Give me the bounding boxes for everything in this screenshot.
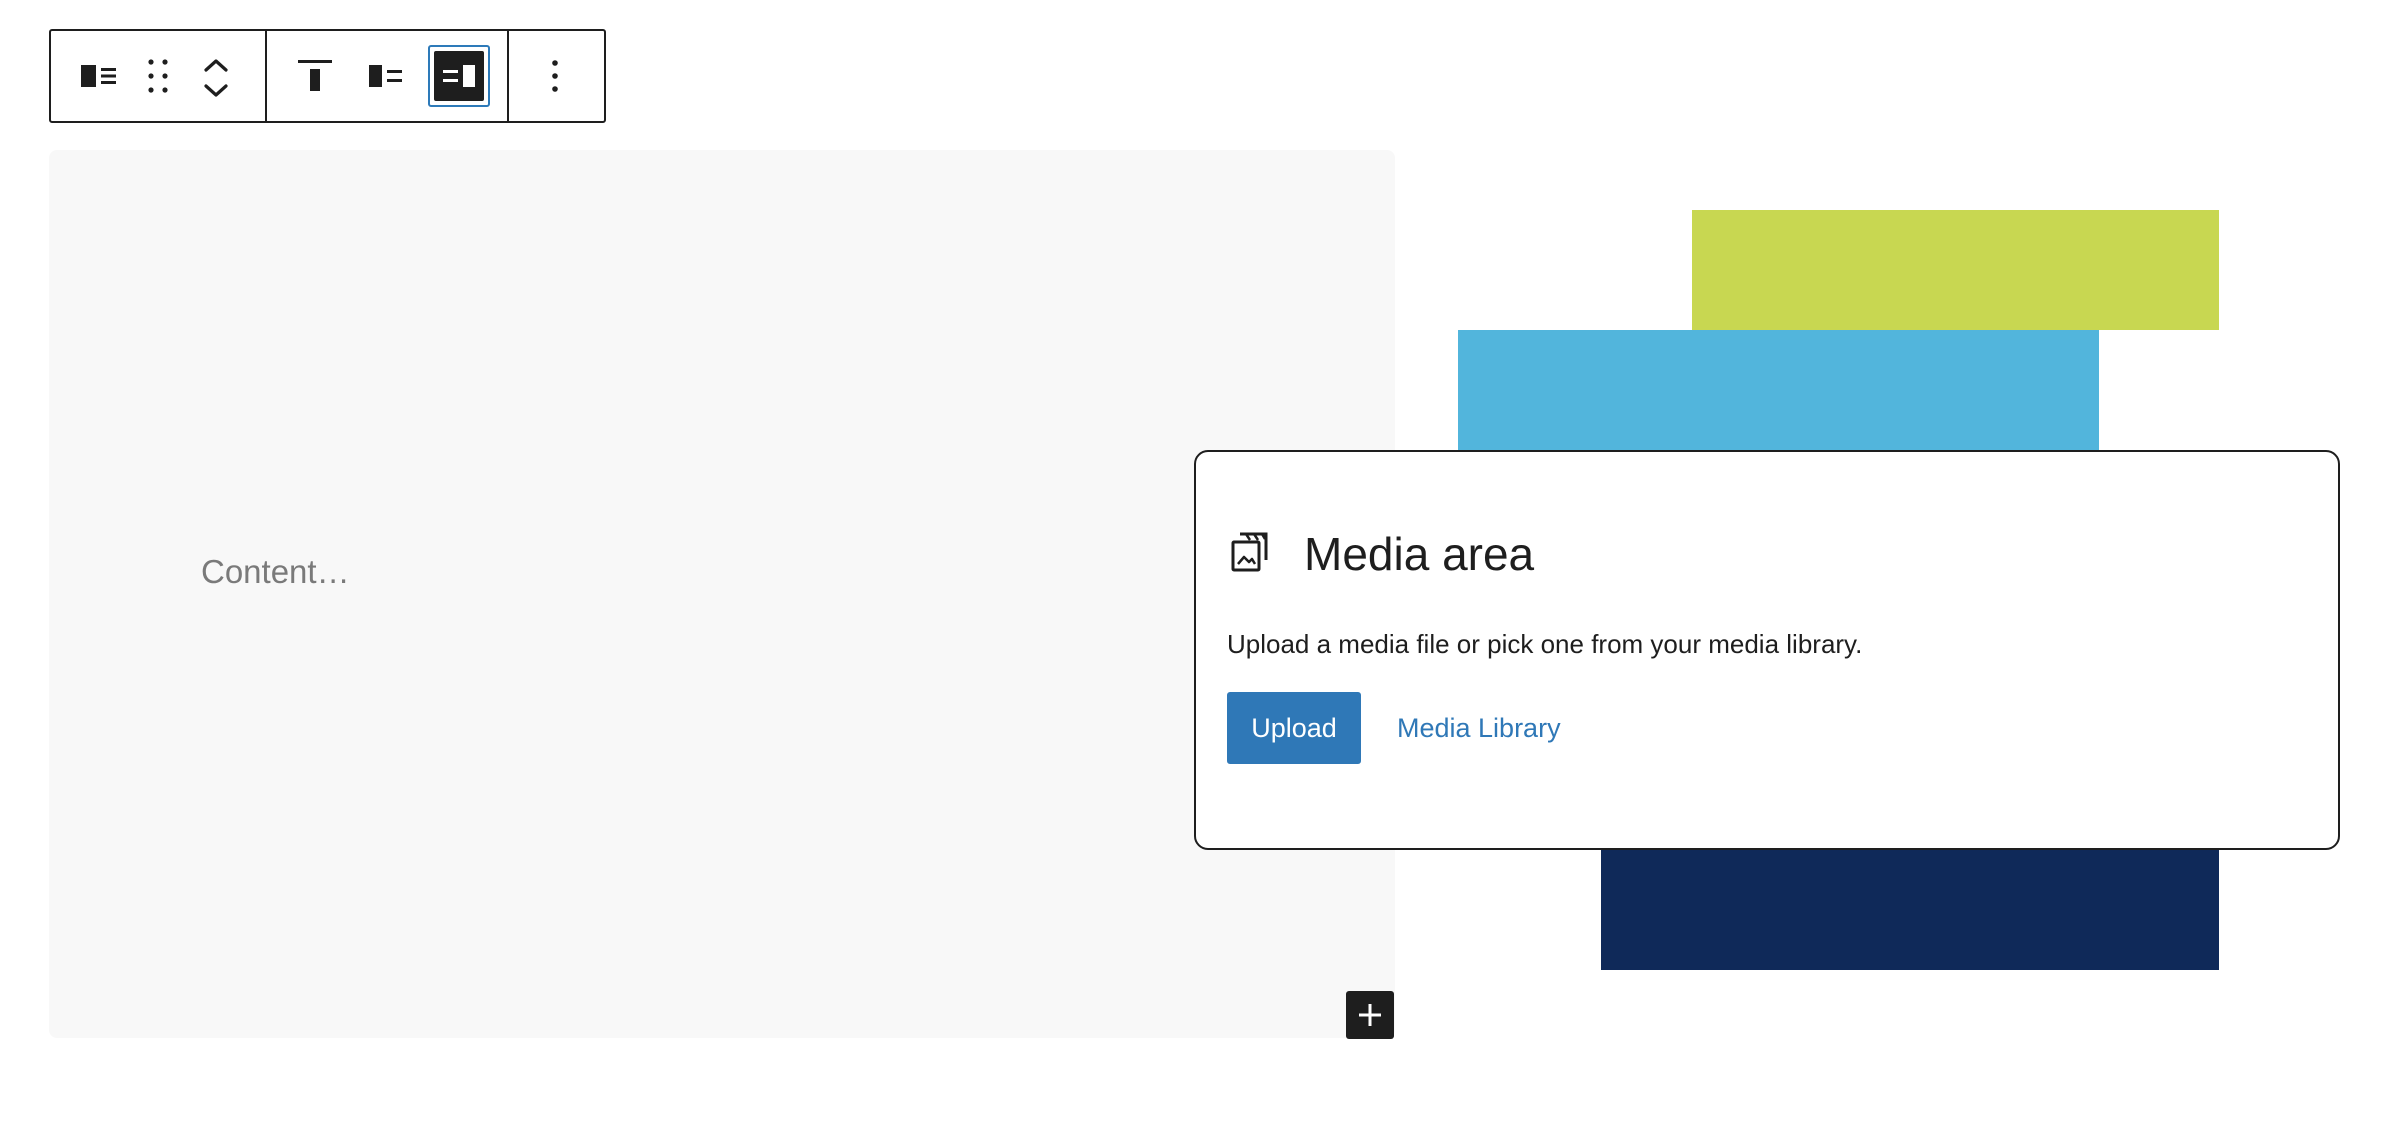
decor-bar-lime <box>1692 210 2219 330</box>
block-toolbar <box>49 29 606 123</box>
drag-handle-icon[interactable] <box>147 58 169 94</box>
decor-bar-blue <box>1458 330 2099 452</box>
upload-button[interactable]: Upload <box>1227 692 1361 764</box>
toolbar-group-block <box>51 31 265 121</box>
media-library-button[interactable]: Media Library <box>1397 711 1561 745</box>
move-up-icon[interactable] <box>203 57 229 73</box>
align-top-icon[interactable] <box>297 58 333 94</box>
toolbar-group-options <box>507 31 604 121</box>
media-text-block-icon[interactable] <box>80 62 118 90</box>
media-title: Media area <box>1304 528 1535 580</box>
plus-icon <box>1359 1004 1381 1026</box>
add-block-button[interactable] <box>1346 991 1394 1039</box>
media-left-icon[interactable] <box>368 61 404 91</box>
more-options-icon[interactable] <box>551 59 559 93</box>
media-icon <box>1228 530 1272 574</box>
move-down-icon[interactable] <box>203 83 229 99</box>
decor-bar-navy <box>1601 848 2219 970</box>
media-right-icon[interactable] <box>428 45 490 107</box>
media-placeholder: Media area Upload a media file or pick o… <box>1194 450 2340 850</box>
media-instructions: Upload a media file or pick one from you… <box>1227 629 1863 659</box>
media-right-icon-fill <box>434 51 484 101</box>
toolbar-group-alignment <box>265 31 507 121</box>
content-placeholder[interactable]: Content… <box>201 553 350 591</box>
